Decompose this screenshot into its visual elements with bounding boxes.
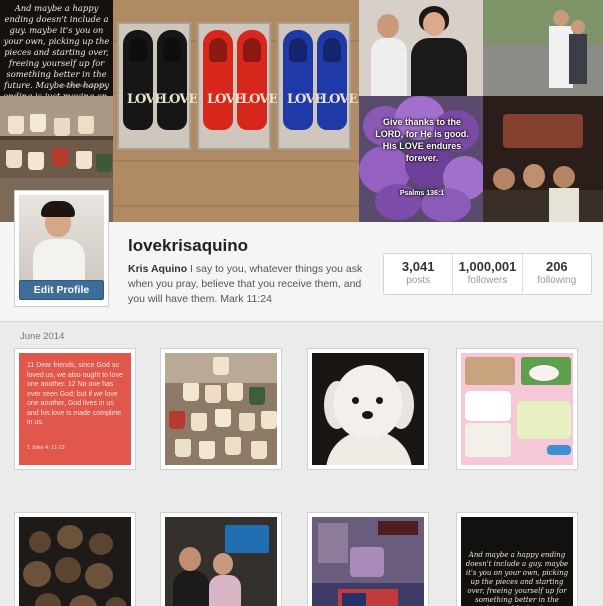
feed-post[interactable] (456, 348, 578, 470)
feed-post[interactable] (307, 348, 429, 470)
collage-family-photo[interactable] (359, 0, 483, 96)
avatar[interactable] (19, 195, 104, 281)
collage-flowers-photo[interactable]: Give thanks to the LORD, for He is good.… (359, 96, 483, 222)
shoebox-blue: LOVE LOVE (277, 22, 358, 150)
collage-group-photo[interactable] (483, 96, 603, 222)
stat-followers-count: 1,000,001 (458, 259, 517, 274)
feed-post[interactable]: 11 Dear friends, since God so loved us, … (14, 348, 136, 470)
post-gifts-image (312, 517, 424, 606)
post-chocolates-image (19, 517, 131, 606)
feed-date-label: June 2014 (20, 331, 65, 342)
stat-posts[interactable]: 3,041 posts (384, 254, 454, 294)
feed-post[interactable]: And maybe a happy ending doesn't include… (456, 512, 578, 606)
collage-quote-photo[interactable]: And maybe a happy ending doesn't include… (0, 0, 113, 96)
post-quote-image: And maybe a happy ending doesn't include… (461, 517, 573, 606)
stat-following-label: following (537, 275, 577, 286)
collage-quote-credit: quotefeelings.com (60, 83, 108, 89)
feed-post[interactable] (160, 348, 282, 470)
post-mugs-image (165, 353, 277, 465)
stat-following-count: 206 (545, 259, 568, 274)
profile-header: Edit Profile lovekrisaquino Kris Aquino … (0, 190, 603, 322)
feed-post[interactable] (160, 512, 282, 606)
feed-post[interactable] (14, 512, 136, 606)
stat-posts-count: 3,041 (401, 259, 435, 274)
stat-followers-label: followers (467, 275, 508, 286)
post-verse-reference: 1 John 4: 11-12 (27, 444, 65, 451)
collage-flowers-verse: Give thanks to the LORD, for He is good.… (375, 117, 469, 197)
collage-outdoor-photo[interactable] (483, 0, 603, 96)
post-studio-image (165, 517, 277, 606)
stat-posts-label: posts (406, 275, 431, 286)
header-collage: And maybe a happy ending doesn't include… (0, 0, 603, 222)
profile-avatar-card: Edit Profile (14, 190, 109, 307)
profile-bio: Kris Aquino I say to you, whatever thing… (128, 262, 363, 307)
stat-following[interactable]: 206 following (523, 254, 591, 294)
profile-username: lovekrisaquino (128, 236, 248, 255)
feed-post[interactable] (307, 512, 429, 606)
post-quote-text: And maybe a happy ending doesn't include… (465, 551, 569, 606)
shoebox-red: LOVE LOVE (197, 22, 278, 150)
shoebox-black: LOVE LOVE (117, 22, 198, 150)
edit-profile-button[interactable]: Edit Profile (19, 280, 104, 300)
photo-feed: June 2014 11 Dear friends, since God so … (0, 322, 603, 606)
post-verse-image: 11 Dear friends, since God so loved us, … (19, 353, 131, 465)
post-chat-collage-image (461, 353, 573, 465)
profile-full-name: Kris Aquino (128, 263, 188, 275)
post-verse-text: 11 Dear friends, since God so loved us, … (27, 362, 123, 426)
stat-followers[interactable]: 1,000,001 followers (453, 254, 523, 294)
profile-stats: 3,041 posts 1,000,001 followers 206 foll… (383, 253, 592, 295)
collage-shoes-photo[interactable]: LOVE LOVE LOVE LOVE LOVE LOVE (113, 0, 359, 222)
post-puppy-image (312, 353, 424, 465)
